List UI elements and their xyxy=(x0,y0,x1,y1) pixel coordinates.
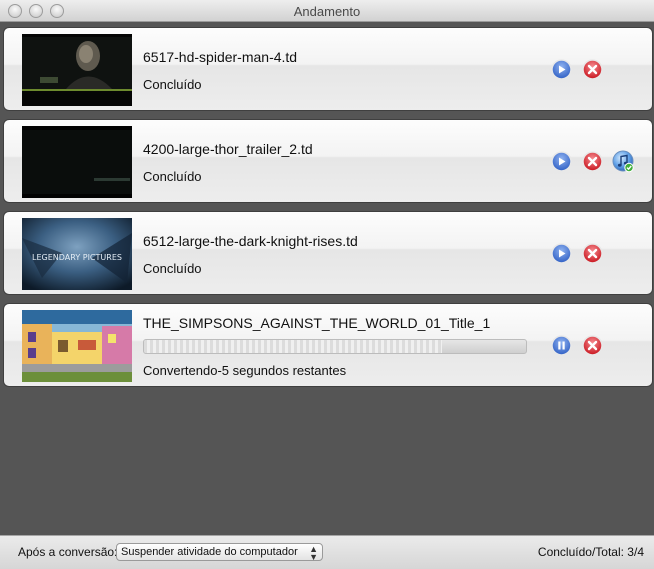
conversion-progress-fill xyxy=(144,340,442,353)
status-footer: Após a conversão: Suspender atividade do… xyxy=(0,535,654,569)
delete-button[interactable] xyxy=(582,335,603,356)
delete-icon xyxy=(582,335,603,356)
delete-icon xyxy=(582,243,603,264)
play-button[interactable] xyxy=(551,243,572,264)
delete-button[interactable] xyxy=(582,151,603,172)
conversion-item: LEGENDARY PICTURES 6512-large-the-dark-k… xyxy=(3,211,653,295)
video-thumbnail: LEGENDARY PICTURES xyxy=(22,218,132,290)
after-conversion-selected-option: Suspender atividade do computador xyxy=(121,546,298,558)
item-filename: 6512-large-the-dark-knight-rises.td xyxy=(143,233,358,249)
after-conversion-select[interactable]: Suspender atividade do computador ▲ ▼ xyxy=(116,543,323,562)
delete-icon xyxy=(582,151,603,172)
item-status: Concluído xyxy=(143,169,202,184)
delete-icon xyxy=(582,59,603,80)
video-thumbnail xyxy=(22,310,132,382)
title-bar: Andamento xyxy=(0,0,654,22)
play-icon xyxy=(551,59,572,80)
play-icon xyxy=(551,151,572,172)
conversion-list: 6517-hd-spider-man-4.td Concluído 4200-l… xyxy=(0,22,654,535)
itunes-icon xyxy=(612,150,634,173)
delete-button[interactable] xyxy=(582,243,603,264)
add-to-itunes-button[interactable] xyxy=(612,150,635,173)
conversion-item: 6517-hd-spider-man-4.td Concluído xyxy=(3,27,653,111)
completed-total-count: Concluído/Total: 3/4 xyxy=(537,545,644,559)
thumbnail-logo-text: LEGENDARY PICTURES xyxy=(32,253,122,262)
play-button[interactable] xyxy=(551,59,572,80)
pause-button[interactable] xyxy=(551,335,572,356)
play-button[interactable] xyxy=(551,151,572,172)
pause-icon xyxy=(551,335,572,356)
item-status: Convertendo-5 segundos restantes xyxy=(143,363,347,378)
play-icon xyxy=(551,243,572,264)
video-thumbnail xyxy=(22,126,132,198)
conversion-item: 4200-large-thor_trailer_2.td Concluído xyxy=(3,119,653,203)
delete-button[interactable] xyxy=(582,59,603,80)
video-thumbnail xyxy=(22,34,132,106)
item-status: Concluído xyxy=(143,77,202,92)
select-arrows-icon: ▲ ▼ xyxy=(309,544,318,562)
conversion-item: THE_SIMPSONS_AGAINST_THE_WORLD_01_Title_… xyxy=(3,303,653,387)
item-filename: THE_SIMPSONS_AGAINST_THE_WORLD_01_Title_… xyxy=(143,315,491,331)
item-filename: 6517-hd-spider-man-4.td xyxy=(143,49,298,65)
item-filename: 4200-large-thor_trailer_2.td xyxy=(143,141,313,157)
item-status: Concluído xyxy=(143,261,202,276)
conversion-progress-bar xyxy=(143,339,527,354)
after-conversion-label: Após a conversão: xyxy=(18,545,118,559)
progress-window: Andamento 6517-hd-spider-man-4.td Conclu… xyxy=(0,0,654,569)
window-title: Andamento xyxy=(293,4,361,19)
